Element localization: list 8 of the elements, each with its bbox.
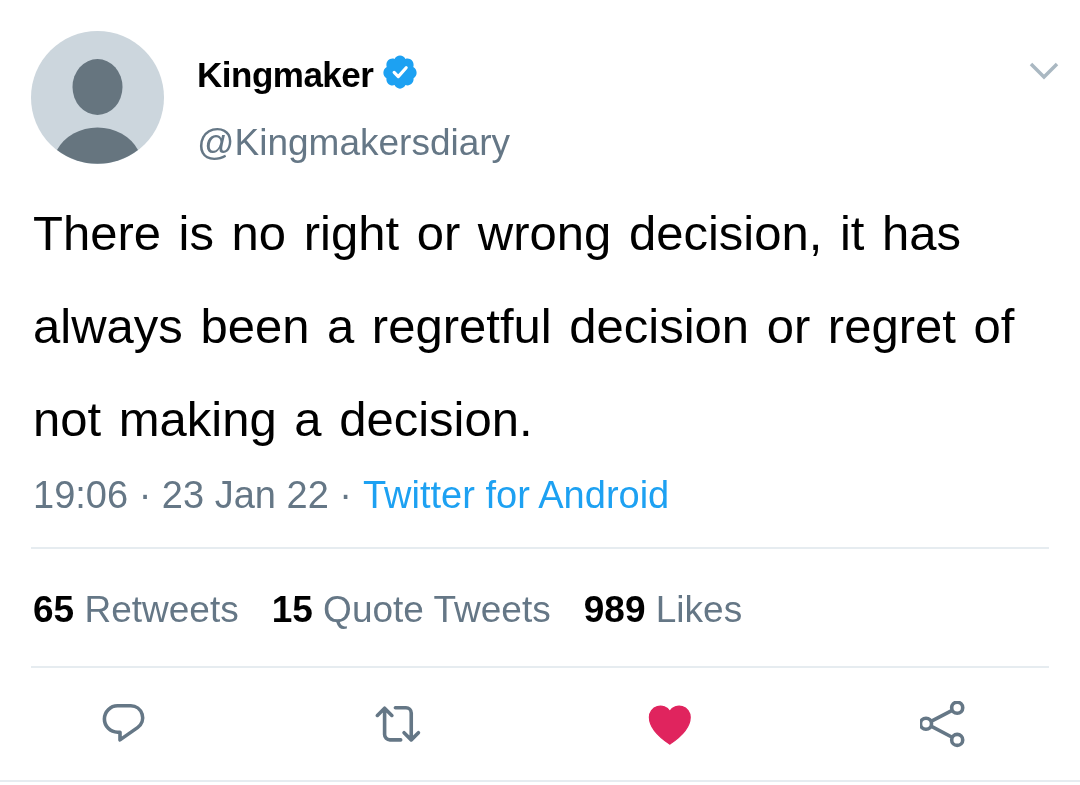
timestamp: 19:06 · 23 Jan 22 · bbox=[33, 473, 352, 518]
stat-link[interactable]: 989 Likes bbox=[583, 588, 743, 632]
stat-link[interactable]: 65 Retweets bbox=[33, 588, 239, 632]
tweet-text: There is no right or wrong decision, it has always been a regretful decision or regret of not making a decision. bbox=[33, 205, 1016, 448]
user-silhouette-icon bbox=[31, 31, 164, 164]
stat-link[interactable]: 15 Quote Tweets bbox=[271, 588, 551, 632]
username: @Kingmakersdiary bbox=[197, 121, 512, 165]
display-name: Kingmaker bbox=[197, 54, 374, 96]
